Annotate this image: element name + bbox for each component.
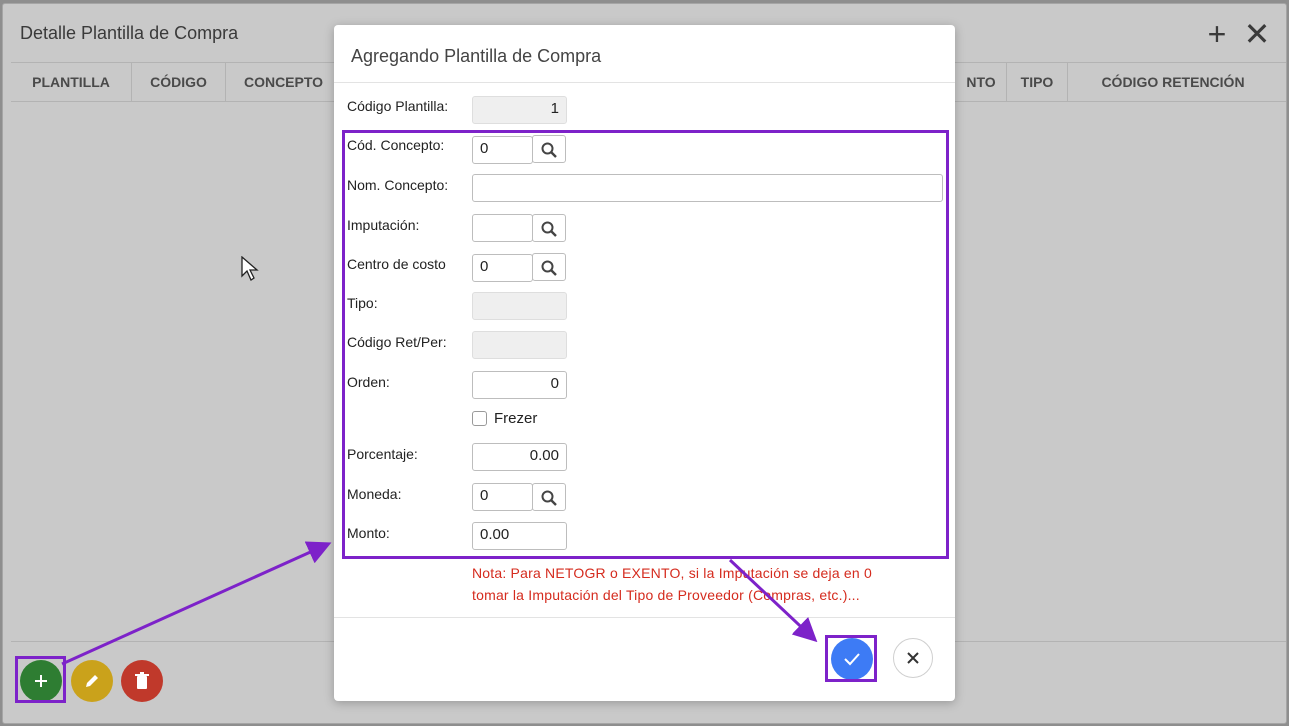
background-title: Detalle Plantilla de Compra (20, 23, 239, 43)
edit-button[interactable] (71, 660, 113, 702)
note-line-2: tomar la Imputación del Tipo de Proveedo… (472, 587, 860, 603)
form-fields-highlight (342, 130, 949, 559)
column-codigo-retencion[interactable]: CÓDIGO RETENCIÓN (1068, 63, 1278, 101)
mouse-cursor-icon (241, 256, 259, 281)
column-codigo[interactable]: CÓDIGO (132, 63, 226, 101)
dialog-footer-divider (334, 617, 955, 618)
confirm-button-highlight (825, 635, 877, 682)
background-actions: + ✕ (1202, 18, 1272, 50)
delete-button[interactable] (121, 660, 163, 702)
imputacion-note: Nota: Para NETOGR o EXENTO, si la Imputa… (472, 562, 942, 606)
dialog-title: Agregando Plantilla de Compra (351, 46, 602, 66)
column-concepto[interactable]: CONCEPTO (226, 63, 341, 101)
codigo-plantilla-field: 1 (472, 96, 567, 124)
cancel-button[interactable] (893, 638, 933, 678)
column-tipo[interactable]: TIPO (1007, 63, 1068, 101)
close-icon[interactable]: ✕ (1242, 18, 1272, 50)
close-icon (907, 652, 919, 664)
column-monto[interactable]: NTO (956, 63, 1007, 101)
dialog-header-divider (334, 82, 955, 83)
add-button-highlight (15, 656, 66, 703)
column-plantilla[interactable]: PLANTILLA (11, 63, 132, 101)
plus-icon[interactable]: + (1202, 18, 1232, 50)
codigo-plantilla-label: Código Plantilla: (347, 98, 449, 114)
trash-icon (135, 672, 149, 689)
pencil-icon (86, 675, 98, 687)
note-line-1: Nota: Para NETOGR o EXENTO, si la Imputa… (472, 565, 872, 581)
